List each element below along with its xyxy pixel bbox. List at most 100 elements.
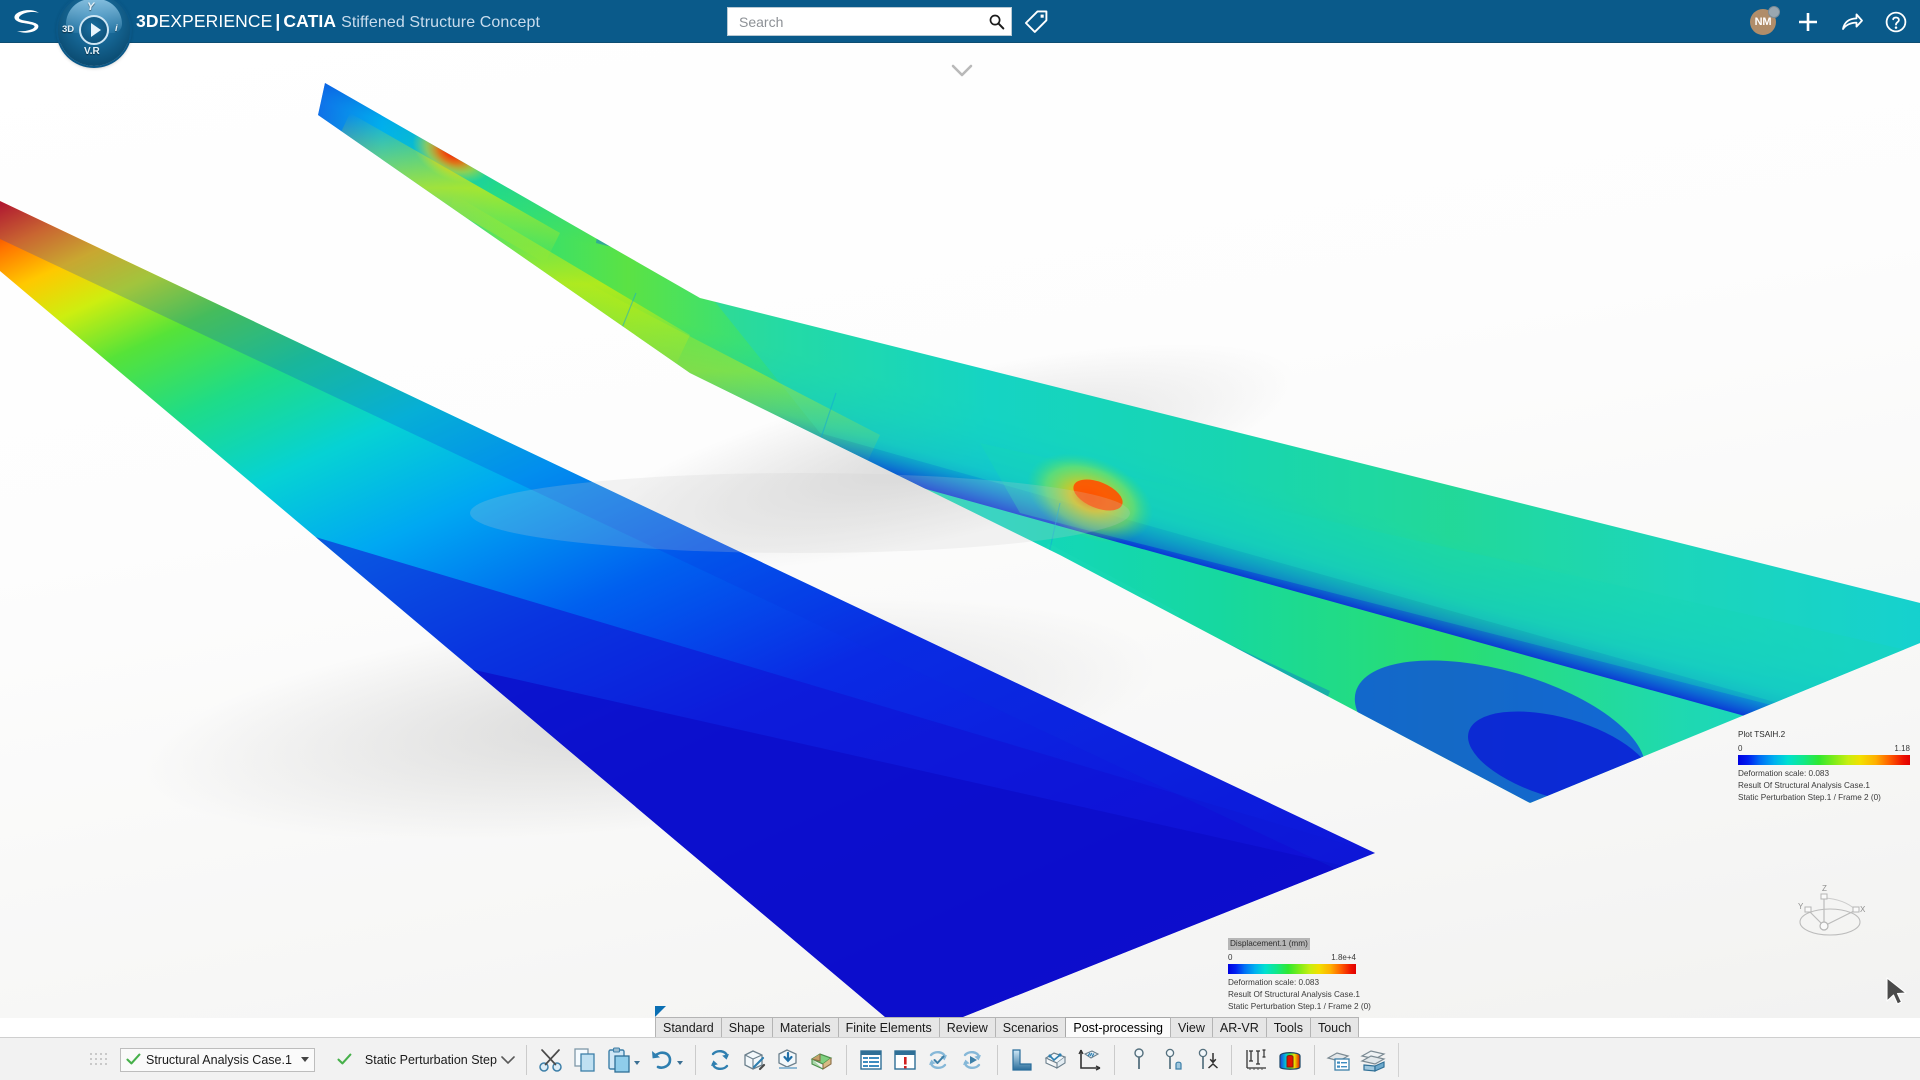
compass-label-y: Y (87, 1, 94, 13)
compass-label-3d[interactable]: 3D (62, 24, 74, 35)
cut-icon[interactable] (534, 1043, 568, 1077)
brand-3d: 3D (136, 11, 159, 31)
play-icon (91, 23, 101, 37)
report-icon[interactable] (1322, 1043, 1356, 1077)
top-right-actions: NM (1750, 0, 1908, 43)
tab-ar-vr[interactable]: AR-VR (1212, 1017, 1267, 1037)
compass-label-vr[interactable]: V.R (84, 46, 100, 57)
vector-plot-icon[interactable] (1073, 1043, 1107, 1077)
probe-icon[interactable] (1156, 1043, 1190, 1077)
legend-displacement: Displacement.1 (mm) 0 1.8e+4 Deformation… (1228, 938, 1356, 1013)
legend-line-2: Result Of Structural Analysis Case.1 (1738, 780, 1910, 792)
check-icon (126, 1053, 141, 1066)
paste-icon[interactable] (602, 1043, 636, 1077)
legend-color-bar (1738, 755, 1910, 765)
add-icon[interactable] (1796, 10, 1820, 34)
share-icon[interactable] (1840, 10, 1864, 34)
legend-line-3: Static Perturbation Step.1 / Frame 2 (0) (1228, 1001, 1356, 1013)
copy-icon[interactable] (568, 1043, 602, 1077)
toolbar-divider (1314, 1045, 1315, 1075)
brand-separator: | (272, 11, 283, 31)
tab-shape[interactable]: Shape (721, 1017, 773, 1037)
check-icon (337, 1053, 352, 1066)
legend-max: 1.18 (1894, 743, 1910, 755)
import-results-icon[interactable] (771, 1043, 805, 1077)
tab-view[interactable]: View (1170, 1017, 1213, 1037)
mouse-cursor-icon (1884, 976, 1910, 1006)
dassault-systemes-logo[interactable] (0, 0, 58, 43)
legend-line-3: Static Perturbation Step.1 / Frame 2 (0) (1738, 792, 1910, 804)
action-toolbar (497, 1042, 1399, 1078)
search-box[interactable] (727, 7, 1012, 36)
sensor-icon[interactable] (1122, 1043, 1156, 1077)
axis-label-x: X (1860, 905, 1866, 914)
bottom-bar: Structural Analysis Case.1 Static Pertur… (0, 1037, 1920, 1080)
tab-touch[interactable]: Touch (1310, 1017, 1359, 1037)
compute-check-icon[interactable] (922, 1043, 956, 1077)
step-label: Static Perturbation Step.1 (357, 1053, 507, 1067)
search-icon[interactable] (988, 13, 1005, 30)
undo-icon[interactable] (645, 1043, 679, 1077)
legend-min: 0 (1738, 743, 1742, 755)
update-icon[interactable] (703, 1043, 737, 1077)
toolbar-divider (997, 1045, 998, 1075)
legend-title: Plot TSAIH.2 (1738, 729, 1785, 741)
tab-review[interactable]: Review (939, 1017, 996, 1037)
analysis-case-selector[interactable]: Structural Analysis Case.1 (120, 1048, 315, 1072)
3d-viewport[interactable]: Plot TSAIH.2 0 1.18 Deformation scale: 0… (0, 43, 1920, 1018)
search-area (727, 7, 1049, 36)
legend-line-1: Deformation scale: 0.083 (1228, 977, 1356, 989)
fea-model-render[interactable] (0, 43, 1920, 1018)
mesh-part-icon[interactable] (805, 1043, 839, 1077)
legend-range: 0 1.8e+4 (1228, 952, 1356, 964)
help-icon[interactable] (1884, 10, 1908, 34)
results-table-icon[interactable] (854, 1043, 888, 1077)
chevron-down-icon[interactable] (950, 63, 974, 79)
archive-icon[interactable] (1356, 1043, 1390, 1077)
compass-play-button[interactable] (79, 15, 109, 45)
search-input[interactable] (739, 14, 988, 30)
contour-plot-icon[interactable] (1005, 1043, 1039, 1077)
axis-label-z: Z (1822, 884, 1827, 893)
section-cut-icon[interactable] (1273, 1043, 1307, 1077)
measure-icon[interactable] (1239, 1043, 1273, 1077)
error-report-icon[interactable] (888, 1043, 922, 1077)
avatar-initials: NM (1755, 16, 1772, 28)
deformation-plot-icon[interactable] (1039, 1043, 1073, 1077)
document-title: Stiffened Structure Concept (336, 14, 540, 31)
paste-dropdown-caret[interactable] (634, 1061, 640, 1065)
extremum-icon[interactable] (1190, 1043, 1224, 1077)
toolbar-expand-chevron[interactable] (497, 1043, 519, 1077)
tab-materials[interactable]: Materials (772, 1017, 839, 1037)
tab-scenarios[interactable]: Scenarios (995, 1017, 1067, 1037)
chevron-down-icon[interactable] (301, 1057, 309, 1062)
toolbar-divider (1114, 1045, 1115, 1075)
navigation-compass[interactable]: Y 3D V.R i (58, 0, 130, 66)
tab-post-processing[interactable]: Post-processing (1065, 1017, 1171, 1037)
compute-run-icon[interactable] (956, 1043, 990, 1077)
undo-dropdown-caret[interactable] (677, 1061, 683, 1065)
tag-icon[interactable] (1023, 9, 1049, 35)
step-indicator[interactable]: Static Perturbation Step.1 (327, 1048, 512, 1072)
legend-plot-tsaih: Plot TSAIH.2 0 1.18 Deformation scale: 0… (1738, 729, 1910, 804)
tab-standard[interactable]: Standard (655, 1017, 722, 1037)
tab-finite-elements[interactable]: Finite Elements (838, 1017, 940, 1037)
legend-max: 1.8e+4 (1331, 952, 1356, 964)
axis-label-y: Y (1798, 902, 1804, 911)
legend-title: Displacement.1 (mm) (1228, 938, 1310, 950)
application-window: Y 3D V.R i 3DEXPERIENCE|CATIAStiffened S… (0, 0, 1920, 1080)
brand-product: CATIA (283, 11, 336, 31)
analysis-case-label: Structural Analysis Case.1 (146, 1053, 292, 1067)
simulate-icon[interactable] (737, 1043, 771, 1077)
axis-triad[interactable]: Z X Y (1794, 882, 1872, 946)
compass-label-i[interactable]: i (115, 23, 118, 34)
status-bar: Structural Analysis Case.1 Static Pertur… (88, 1038, 512, 1080)
legend-min: 0 (1228, 952, 1232, 964)
legend-color-bar (1228, 964, 1356, 974)
tab-tools[interactable]: Tools (1266, 1017, 1311, 1037)
drag-handle-icon[interactable] (88, 1050, 108, 1070)
legend-line-1: Deformation scale: 0.083 (1738, 768, 1910, 780)
legend-range: 0 1.18 (1738, 743, 1910, 755)
brand-experience: EXPERIENCE (159, 11, 273, 31)
avatar[interactable]: NM (1750, 9, 1776, 35)
